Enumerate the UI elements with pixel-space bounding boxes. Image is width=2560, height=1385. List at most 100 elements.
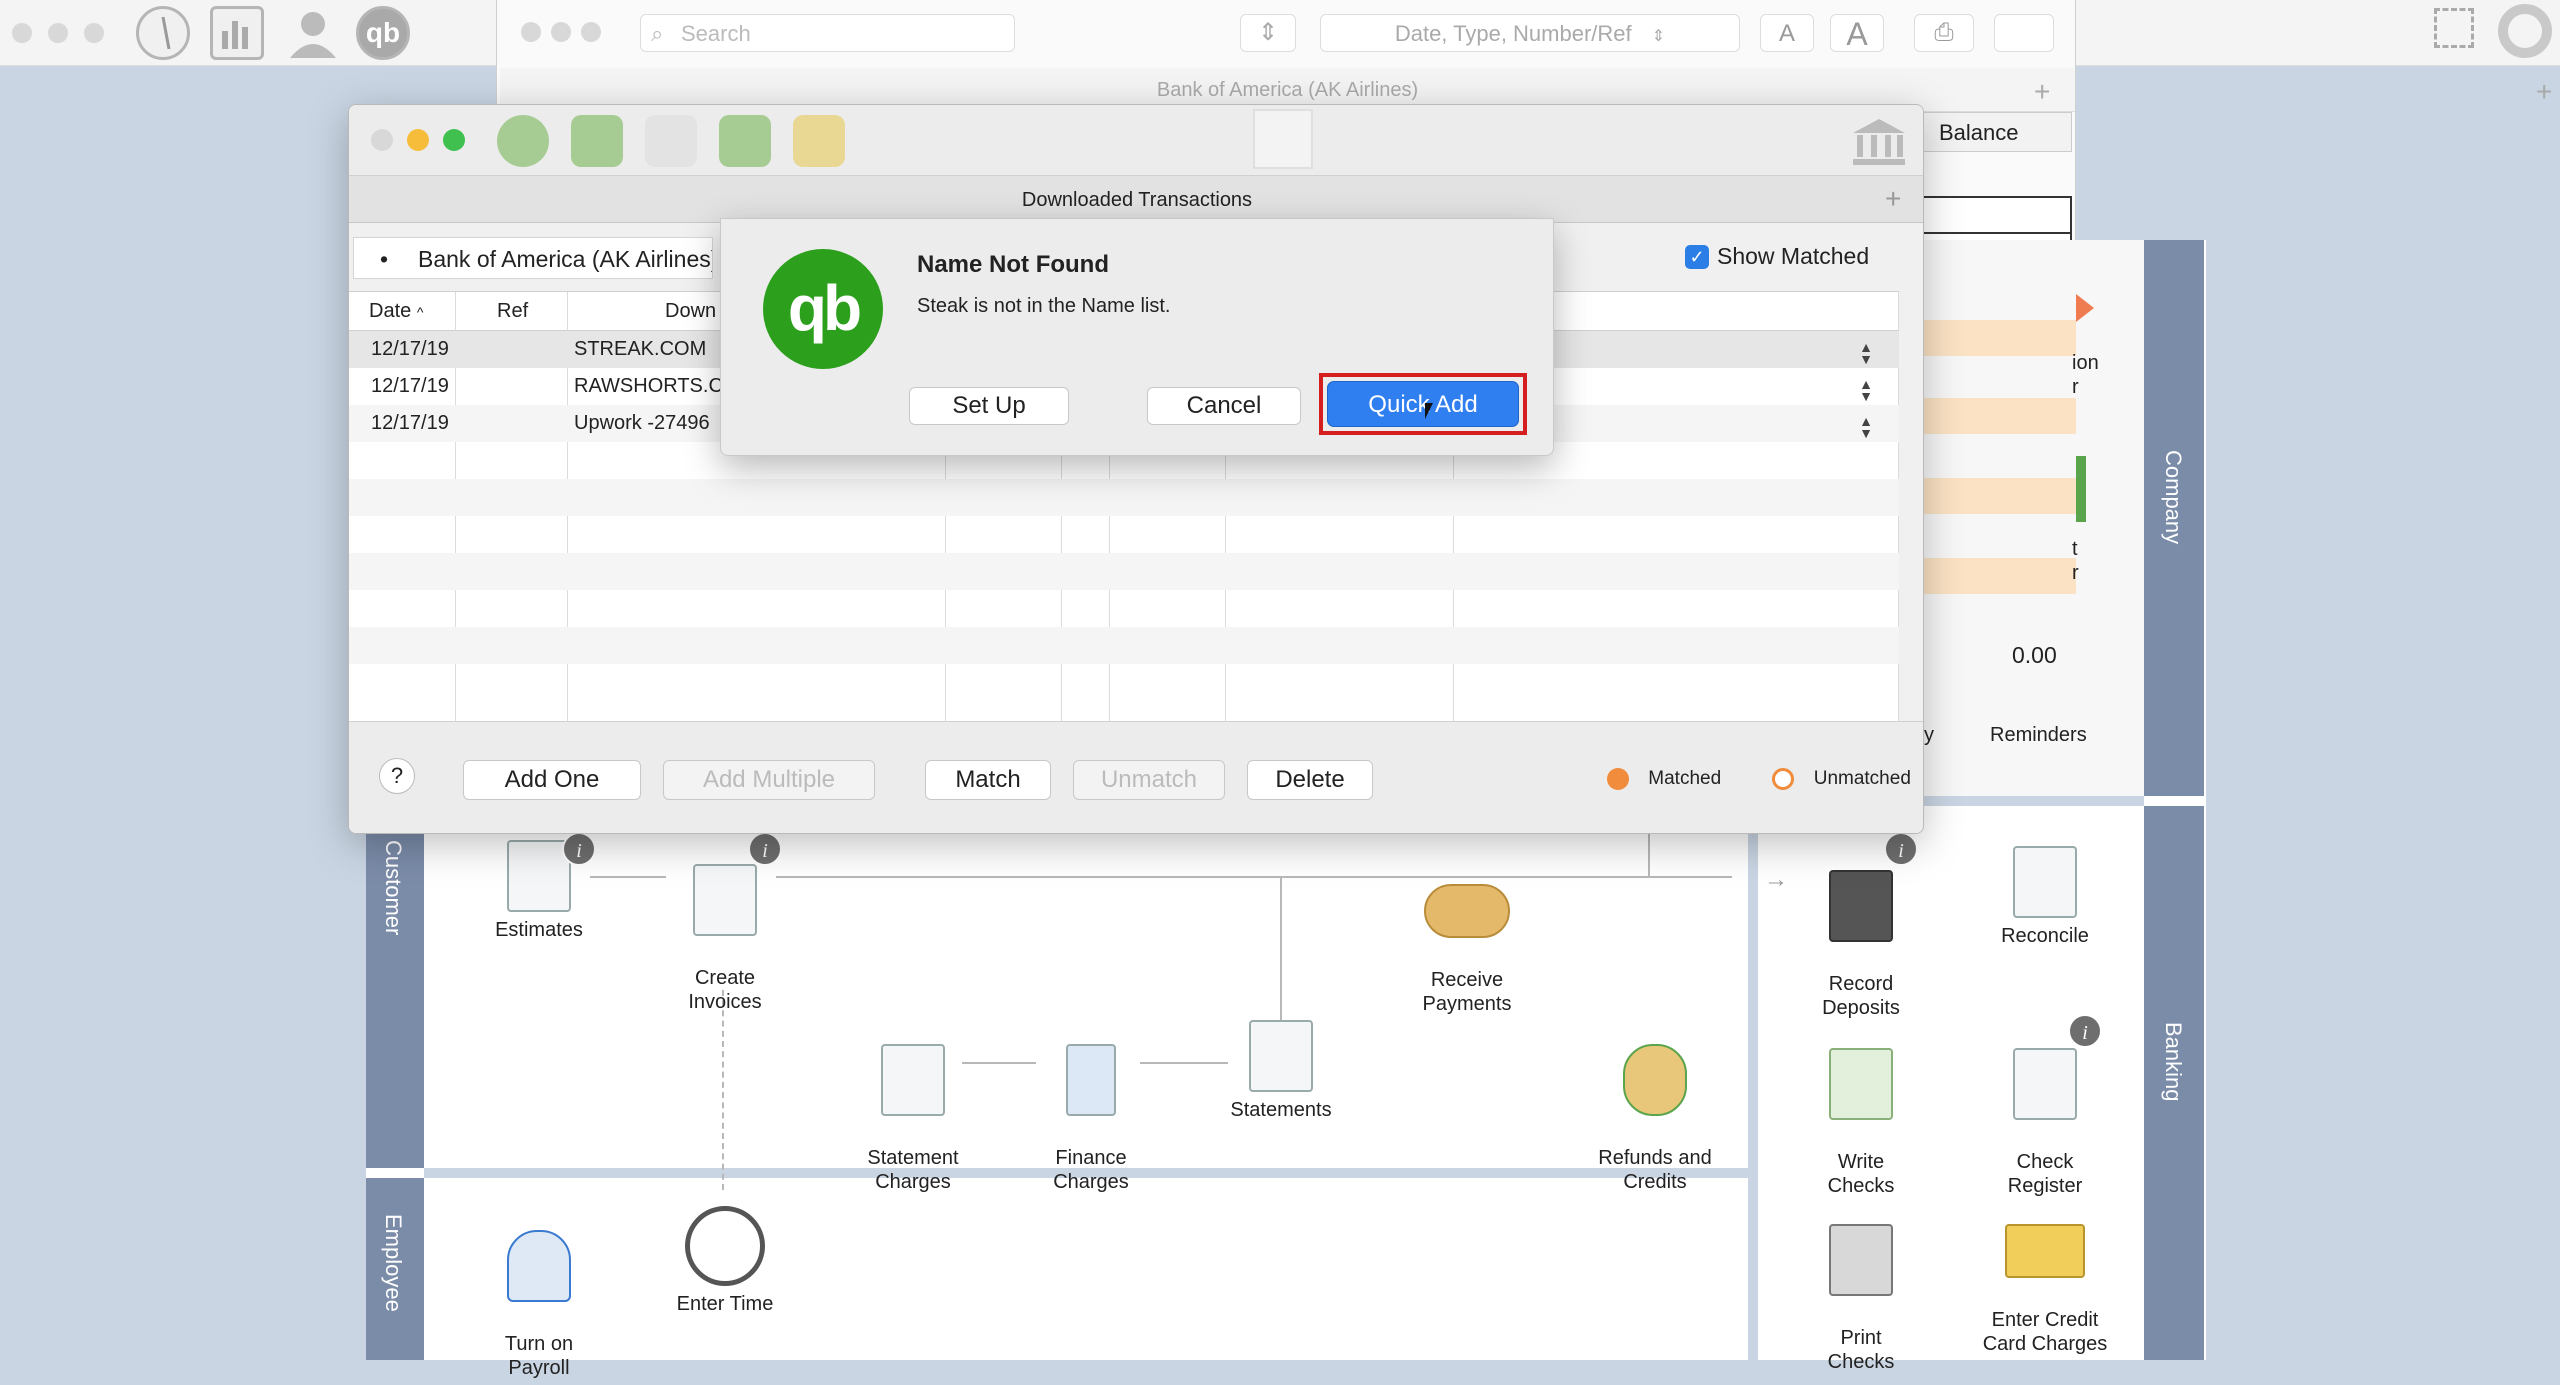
arrow-right-icon — [2076, 294, 2094, 322]
zoom-dot[interactable] — [443, 129, 465, 151]
invoice-icon — [693, 864, 757, 936]
record-deposits-button[interactable]: Record Deposits — [1776, 846, 1946, 1020]
compass-icon[interactable] — [136, 6, 190, 60]
close-dot[interactable] — [521, 22, 541, 42]
add-tab-icon-2[interactable]: + — [2536, 76, 2552, 108]
font-smaller-button[interactable]: A — [1760, 14, 1814, 52]
show-matched-checkbox[interactable]: ✓ Show Matched — [1685, 243, 1869, 270]
bar-chart-icon[interactable] — [210, 6, 264, 60]
minimize-dot[interactable] — [551, 22, 571, 42]
checkbox-checked-icon: ✓ — [1685, 244, 1709, 269]
zoom-dot[interactable] — [84, 23, 104, 43]
delete-button[interactable]: Delete — [1247, 760, 1373, 800]
match-button[interactable]: Match — [925, 760, 1051, 800]
legend: Matched Unmatched — [1607, 768, 1911, 790]
help-lifebuoy-icon[interactable] — [2498, 4, 2552, 58]
matched-dot-icon — [1607, 768, 1629, 790]
downloaded-transactions-window: Downloaded Transactions + • Bank of Amer… — [348, 104, 1924, 834]
add-tab-icon[interactable]: + — [2034, 76, 2050, 108]
add-tab-icon[interactable]: + — [1885, 183, 1901, 215]
reconcile-icon — [2013, 846, 2077, 918]
dialog-title: Name Not Found — [917, 251, 1109, 278]
reminders-label[interactable]: Reminders — [1990, 724, 2087, 747]
export-document-icon[interactable] — [645, 115, 697, 167]
reconcile-button[interactable]: Reconcile — [1960, 846, 2130, 948]
info-icon[interactable]: i — [2068, 1014, 2102, 1048]
write-checks-button[interactable]: Write Checks — [1776, 1024, 1946, 1198]
statement-charges-button[interactable]: Statement Charges — [828, 1020, 998, 1194]
balance-value: 0.00 — [2012, 642, 2057, 668]
turn-on-payroll-button[interactable]: Turn on Payroll — [454, 1206, 624, 1380]
column-downloaded-header[interactable]: Down — [665, 292, 716, 330]
qb-icon[interactable]: qb — [356, 6, 410, 60]
collapse-icon[interactable]: ⇕ — [1240, 14, 1296, 52]
info-icon[interactable]: i — [562, 832, 596, 866]
clock-icon — [685, 1206, 765, 1286]
statement-charges-icon — [881, 1044, 945, 1116]
help-button[interactable]: ? — [379, 758, 415, 794]
safe-icon — [1829, 870, 1893, 942]
enter-credit-card-charges-button[interactable]: Enter Credit Card Charges — [1960, 1200, 2130, 1356]
minimize-dot[interactable] — [48, 23, 68, 43]
quick-add-button[interactable]: Quick Add — [1327, 381, 1519, 427]
account-selector[interactable]: • Bank of America (AK Airlines) — [353, 237, 713, 279]
download-arrow-icon[interactable] — [571, 115, 623, 167]
tab-company[interactable]: Company — [2144, 240, 2204, 796]
refunds-credits-button[interactable]: Refunds and Credits — [1570, 1020, 1740, 1194]
download-circle-icon[interactable] — [497, 115, 549, 167]
dialog-message: Steak is not in the Name list. — [917, 295, 1171, 317]
set-up-button[interactable]: Set Up — [909, 387, 1069, 425]
credit-card-icon — [2005, 1224, 2085, 1278]
chevron-updown-icon: ⇕ — [1651, 28, 1666, 45]
fullscreen-icon[interactable] — [2434, 8, 2474, 48]
tab-employee[interactable]: Employee — [366, 1178, 424, 1360]
window-footer: ? Add One Add Multiple Match Unmatch Del… — [349, 721, 1923, 833]
add-one-button[interactable]: Add One — [463, 760, 641, 800]
globe-icon[interactable] — [1994, 14, 2054, 52]
print-checks-button[interactable]: Print Checks — [1776, 1200, 1946, 1374]
company-panel: ion r t r 0.00 Reminders y — [1920, 240, 2144, 800]
window-title: Downloaded Transactions — [349, 175, 1923, 223]
font-larger-button[interactable]: A — [1830, 14, 1884, 52]
refund-icon — [1623, 1044, 1687, 1116]
list-view-icon[interactable] — [1253, 109, 1313, 169]
column-date-header[interactable]: Date ^ — [369, 292, 423, 330]
search-input[interactable]: ⌕ Search — [640, 14, 1015, 52]
balance-column-header[interactable]: Balance — [1920, 112, 2072, 152]
print-icon[interactable]: ⎙ — [1914, 14, 1974, 52]
printer-icon — [1829, 1224, 1893, 1296]
zoom-dot[interactable] — [581, 22, 601, 42]
sort-ascending-icon: ^ — [416, 304, 424, 320]
tab-banking[interactable]: Banking — [2144, 806, 2204, 1360]
user-icon[interactable] — [282, 6, 344, 60]
tab-customer[interactable]: Customer — [366, 830, 424, 1168]
statements-button[interactable]: Statements — [1196, 1020, 1366, 1122]
import-tray-icon[interactable] — [719, 115, 771, 167]
coins-icon — [1424, 884, 1510, 938]
name-not-found-dialog: qb Name Not Found Steak is not in the Na… — [720, 218, 1554, 456]
mouse-cursor-icon — [1425, 403, 1433, 419]
minimize-dot[interactable] — [407, 129, 429, 151]
check-register-icon — [2013, 1048, 2077, 1120]
stepper-icon: ▲ ▼ — [1859, 413, 1873, 441]
info-icon[interactable]: i — [1884, 832, 1918, 866]
quickbooks-logo-icon: qb — [763, 249, 883, 369]
info-icon[interactable]: i — [748, 832, 782, 866]
column-ref-header[interactable]: Ref — [497, 292, 528, 330]
close-dot[interactable] — [12, 23, 32, 43]
add-multiple-button[interactable]: Add Multiple — [663, 760, 875, 800]
receive-payments-button[interactable]: Receive Payments — [1382, 860, 1552, 1016]
enter-time-button[interactable]: Enter Time — [640, 1206, 810, 1316]
keys-icon[interactable] — [793, 115, 845, 167]
bank-icon[interactable] — [1849, 115, 1909, 167]
unmatch-button[interactable]: Unmatch — [1073, 760, 1225, 800]
finance-charges-button[interactable]: Finance Charges — [1006, 1020, 1176, 1194]
check-register-button[interactable]: Check Register — [1960, 1024, 2130, 1198]
cancel-button[interactable]: Cancel — [1147, 387, 1301, 425]
close-dot[interactable] — [371, 129, 393, 151]
sort-dropdown[interactable]: Date, Type, Number/Ref ⇕ — [1320, 14, 1740, 52]
create-invoices-button[interactable]: Create Invoices — [640, 840, 810, 1014]
payroll-icon — [507, 1230, 571, 1302]
hourglass-icon — [1066, 1044, 1116, 1116]
estimates-button[interactable]: Estimates — [454, 840, 624, 942]
